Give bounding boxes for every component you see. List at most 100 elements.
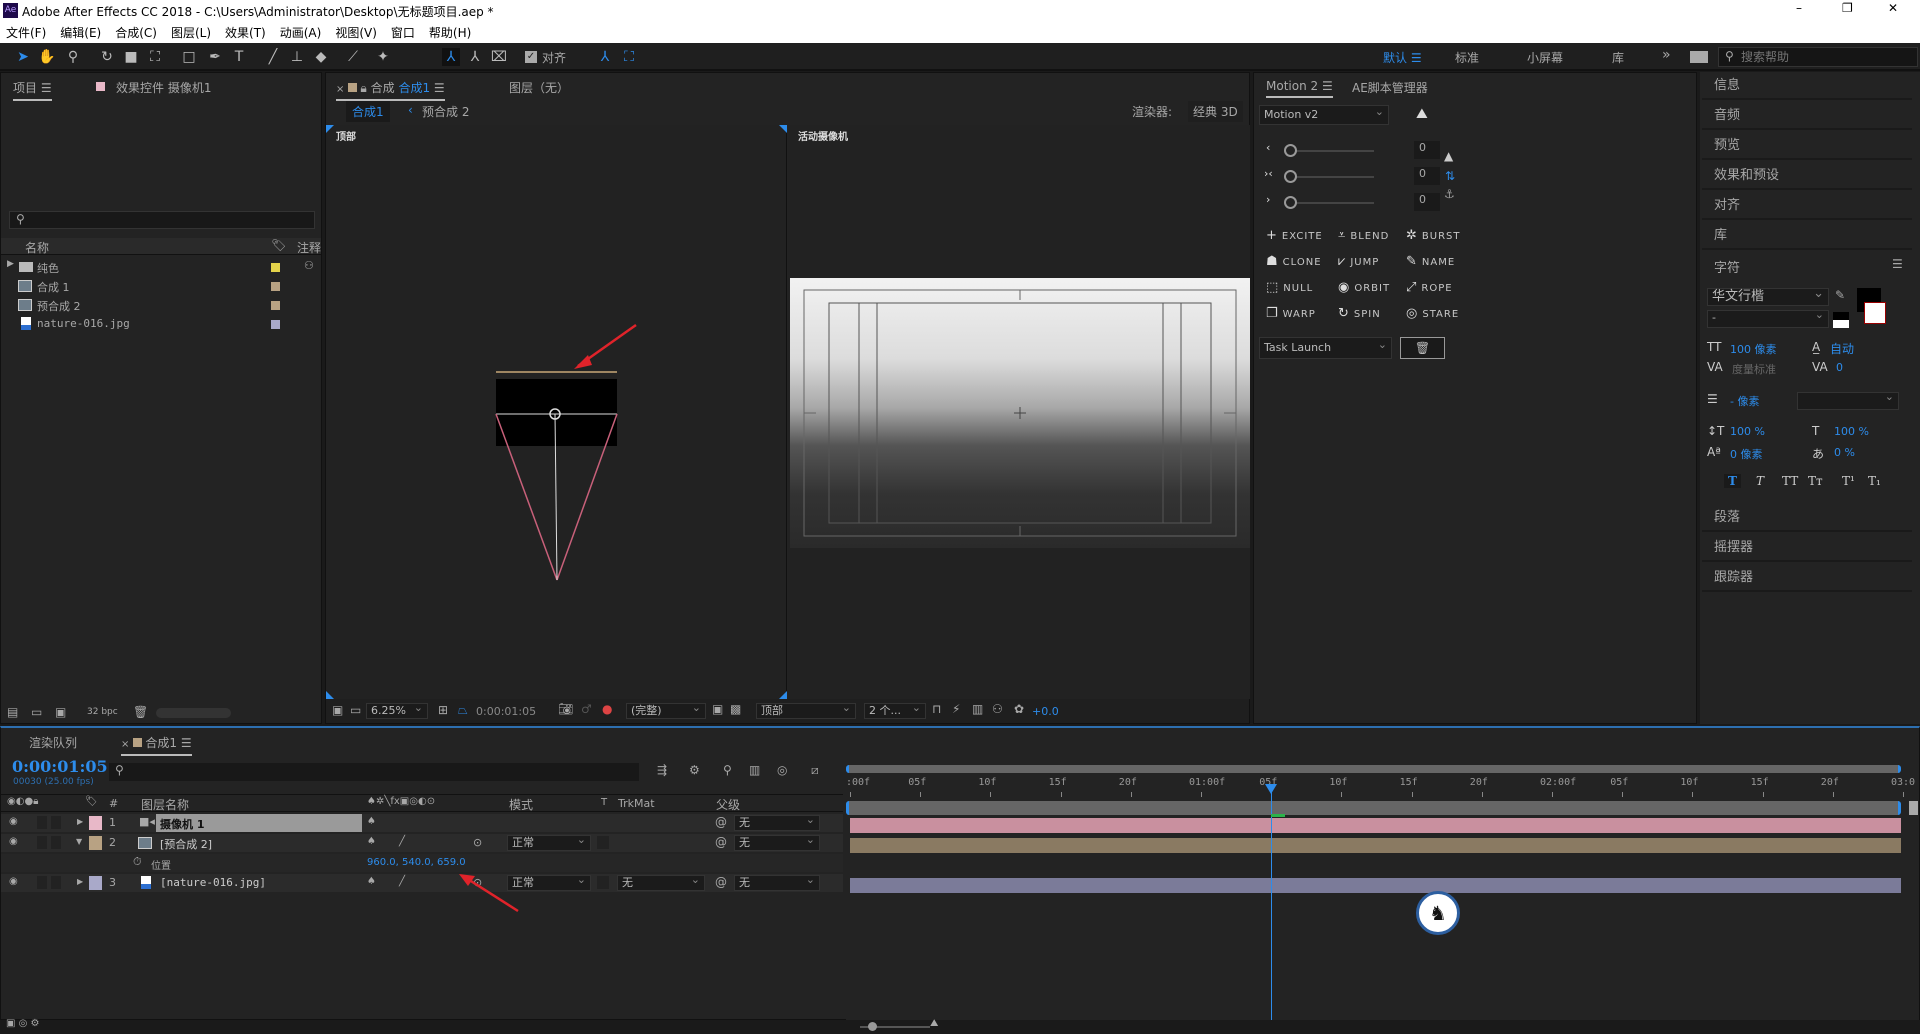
label-color[interactable]	[271, 263, 280, 272]
zoom-slider-handle[interactable]	[868, 1022, 877, 1031]
label-tag-icon[interactable]: 🏷	[271, 238, 286, 252]
region-of-interest-icon[interactable]: ▣	[712, 702, 723, 716]
slider-handle[interactable]	[1284, 170, 1297, 183]
breadcrumb-precomp2[interactable]: 预合成 2	[422, 103, 469, 120]
tab-motion[interactable]: Motion 2 ☰	[1266, 79, 1333, 98]
roto-brush-tool-icon[interactable]: ⟋	[344, 48, 362, 66]
layer-switches-icon[interactable]: ▣ ◎ ⚙	[6, 1018, 40, 1029]
value-field[interactable]: 0	[1414, 193, 1440, 211]
menu-file[interactable]: 文件(F)	[6, 26, 46, 40]
mask-visibility-icon[interactable]: ⏢	[458, 703, 468, 718]
channel-icon[interactable]: ●	[602, 702, 612, 716]
label-color[interactable]	[271, 320, 280, 329]
restore-button[interactable]: ❐	[1842, 1, 1853, 15]
timeline-icon[interactable]: ▥	[972, 702, 983, 716]
panel-tracker[interactable]: 跟踪器	[1702, 564, 1912, 592]
menu-effect[interactable]: 效果(T)	[225, 26, 266, 40]
text-tool-icon[interactable]: T	[230, 48, 248, 66]
horizontal-scale-value[interactable]: 100 %	[1834, 425, 1869, 438]
swap-icon[interactable]: ⇅	[1445, 169, 1455, 183]
menu-layer[interactable]: 图层(L)	[171, 26, 211, 40]
blend-button[interactable]: ⩡ BLEND	[1338, 228, 1389, 243]
workspace-library[interactable]: 库	[1612, 49, 1624, 66]
timeline-graph[interactable]: :00f 05f 10f 15f 20f 01:00f 05f 10f 15f 20f 02:00f…	[846, 758, 1919, 1020]
subscript-button[interactable]: T₁	[1868, 474, 1881, 488]
mountains-logo-icon[interactable]: ⛰	[1416, 106, 1428, 122]
rectangle-tool-icon[interactable]: □	[180, 48, 198, 66]
tab-composition[interactable]: × 🔒︎ 合成 合成1 ☰	[336, 79, 445, 101]
comp-end-marker[interactable]	[1909, 801, 1918, 815]
world-axis-icon[interactable]: ⅄	[466, 48, 484, 66]
time-ruler[interactable]: :00f 05f 10f 15f 20f 01:00f 05f 10f 15f 20f 02:00f…	[846, 774, 1915, 798]
black-white-swatch[interactable]	[1833, 312, 1849, 328]
flowchart-icon[interactable]: ⚇	[992, 702, 1003, 716]
panel-align[interactable]: 对齐	[1702, 192, 1912, 220]
snap-grid-icon[interactable]: ⛶	[620, 48, 638, 66]
menu-edit[interactable]: 编辑(E)	[60, 26, 101, 40]
flowchart-icon[interactable]: ⚇	[304, 259, 314, 272]
panel-paragraph[interactable]: 段落	[1702, 504, 1912, 532]
playhead[interactable]	[1265, 784, 1286, 1020]
baseline-shift-value[interactable]: 0 像素	[1730, 446, 1763, 462]
rocket-icon[interactable]: ▲	[1444, 149, 1453, 163]
view-axis-icon[interactable]: ⌧	[490, 48, 508, 66]
rope-button[interactable]: ⤢ ROPE	[1406, 280, 1453, 295]
brush-tool-icon[interactable]: ╱	[264, 48, 282, 66]
magnification-select[interactable]: 6.25%	[366, 701, 428, 719]
null-button[interactable]: ⬚ NULL	[1266, 280, 1313, 295]
label-color[interactable]	[271, 282, 280, 291]
camera-wireframe[interactable]	[326, 125, 787, 699]
menu-animation[interactable]: 动画(A)	[280, 26, 322, 40]
panel-preview[interactable]: 预览	[1702, 132, 1912, 160]
project-item[interactable]: ▶ 纯色 ⚇	[1, 258, 321, 276]
slider-handle[interactable]	[1284, 144, 1297, 157]
font-style-select[interactable]: -	[1707, 308, 1829, 328]
workspace-standard[interactable]: 标准	[1455, 49, 1479, 66]
viewer-active-camera[interactable]: 活动摄像机	[788, 125, 1250, 699]
project-scrollbar[interactable]	[156, 708, 231, 718]
monitor-icon[interactable]: ▭	[350, 703, 361, 717]
exposure-value[interactable]: +0.0	[1032, 705, 1059, 718]
sync-settings-icon[interactable]	[1690, 51, 1708, 63]
local-axis-icon[interactable]: ⅄	[442, 48, 460, 66]
workspace-default[interactable]: 默认 ☰	[1383, 49, 1422, 66]
value-field[interactable]: 0	[1414, 167, 1440, 185]
current-time[interactable]: 0:00:01:05	[476, 705, 536, 718]
vertical-scale-value[interactable]: 100 %	[1730, 425, 1765, 438]
puppet-tool-icon[interactable]: ✦	[374, 48, 392, 66]
orbit-button[interactable]: ◉ ORBIT	[1338, 280, 1390, 295]
panel-menu-icon[interactable]: ☰	[1892, 257, 1903, 271]
zoom-in-icon[interactable]: ⛰	[930, 1018, 938, 1029]
pen-tool-icon[interactable]: ✒	[206, 48, 224, 66]
workspace-more-button[interactable]: »	[1662, 47, 1671, 63]
help-search-input[interactable]	[1741, 49, 1911, 65]
layer-duration-bar[interactable]	[850, 818, 1901, 833]
motion-version-select[interactable]: Motion v2	[1259, 103, 1389, 125]
layer-duration-bar[interactable]	[850, 878, 1901, 893]
lock-icon[interactable]: 🔒︎	[360, 81, 366, 95]
reset-exposure-icon[interactable]: ✿	[1014, 702, 1024, 716]
eraser-tool-icon[interactable]: ◆	[312, 48, 330, 66]
snap-option-icon[interactable]: ⅄	[596, 48, 614, 66]
burst-button[interactable]: ✲ BURST	[1406, 228, 1461, 243]
font-family-select[interactable]: 华文行楷	[1707, 286, 1829, 306]
breadcrumb-comp1[interactable]: 合成1	[346, 101, 390, 122]
name-button[interactable]: ✎ NAME	[1406, 254, 1455, 269]
playhead-handle[interactable]	[1265, 784, 1278, 794]
clone-stamp-tool-icon[interactable]: ⊥	[288, 48, 306, 66]
expand-arrow-icon[interactable]: ▶	[7, 259, 14, 269]
hand-tool-icon[interactable]: ✋	[38, 48, 56, 66]
all-caps-button[interactable]: TT	[1782, 474, 1798, 488]
close-button[interactable]: ✕	[1888, 1, 1898, 15]
rotate-tool-icon[interactable]: ↻	[98, 48, 116, 66]
stare-button[interactable]: ◎ STARE	[1406, 306, 1459, 321]
slider-track[interactable]	[1294, 202, 1374, 204]
panel-effects-presets[interactable]: 效果和预设	[1702, 162, 1912, 190]
menu-view[interactable]: 视图(V)	[335, 26, 377, 40]
transparency-grid-icon[interactable]: ▩	[730, 702, 741, 716]
stroke-width-value[interactable]: - 像素	[1730, 393, 1759, 409]
viewer-top[interactable]: 顶部	[326, 125, 787, 699]
project-item[interactable]: nature-016.jpg	[1, 315, 321, 333]
delete-task-button[interactable]: 🗑	[1400, 337, 1445, 359]
show-snapshot-icon[interactable]: ♂	[581, 702, 592, 716]
